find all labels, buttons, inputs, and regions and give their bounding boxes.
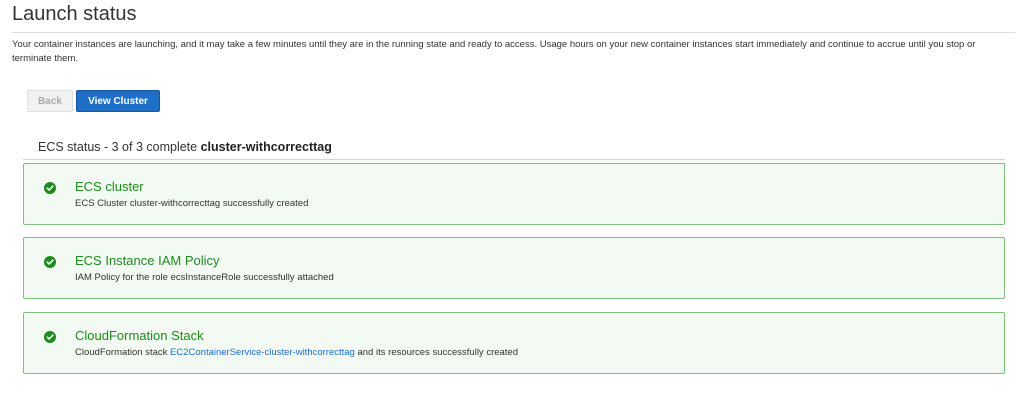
check-circle-icon (44, 331, 56, 343)
step-card-iam-policy: ECS Instance IAM Policy IAM Policy for t… (23, 237, 1005, 299)
ecs-status-header: ECS status - 3 of 3 complete cluster-wit… (38, 140, 332, 154)
step-text-suffix: and its resources successfully created (354, 347, 518, 358)
ecs-status-cluster-name: cluster-withcorrecttag (200, 140, 332, 154)
step-text-prefix: CloudFormation stack (75, 347, 171, 358)
cloudformation-stack-link[interactable]: EC2ContainerService-cluster-withcorrectt… (170, 347, 355, 358)
page-title: Launch status (12, 3, 137, 25)
step-text: ECS Cluster cluster-withcorrecttag succe… (75, 198, 309, 209)
launch-description: Your container instances are launching, … (12, 39, 976, 64)
step-text: IAM Policy for the role ecsInstanceRole … (75, 272, 334, 283)
step-title: ECS cluster (75, 179, 144, 194)
title-divider (12, 32, 1015, 33)
check-circle-icon (44, 182, 56, 194)
step-card-ecs-cluster: ECS cluster ECS Cluster cluster-withcorr… (23, 163, 1005, 225)
ecs-status-progress: ECS status - 3 of 3 complete (38, 140, 201, 154)
step-text: CloudFormation stack EC2ContainerService… (75, 347, 518, 358)
view-cluster-button[interactable]: View Cluster (76, 90, 160, 112)
step-title: CloudFormation Stack (75, 328, 204, 343)
back-button[interactable]: Back (27, 90, 73, 112)
status-divider (23, 159, 1005, 160)
step-card-cloudformation-stack: CloudFormation Stack CloudFormation stac… (23, 312, 1005, 374)
check-circle-icon (44, 256, 56, 268)
step-title: ECS Instance IAM Policy (75, 253, 220, 268)
